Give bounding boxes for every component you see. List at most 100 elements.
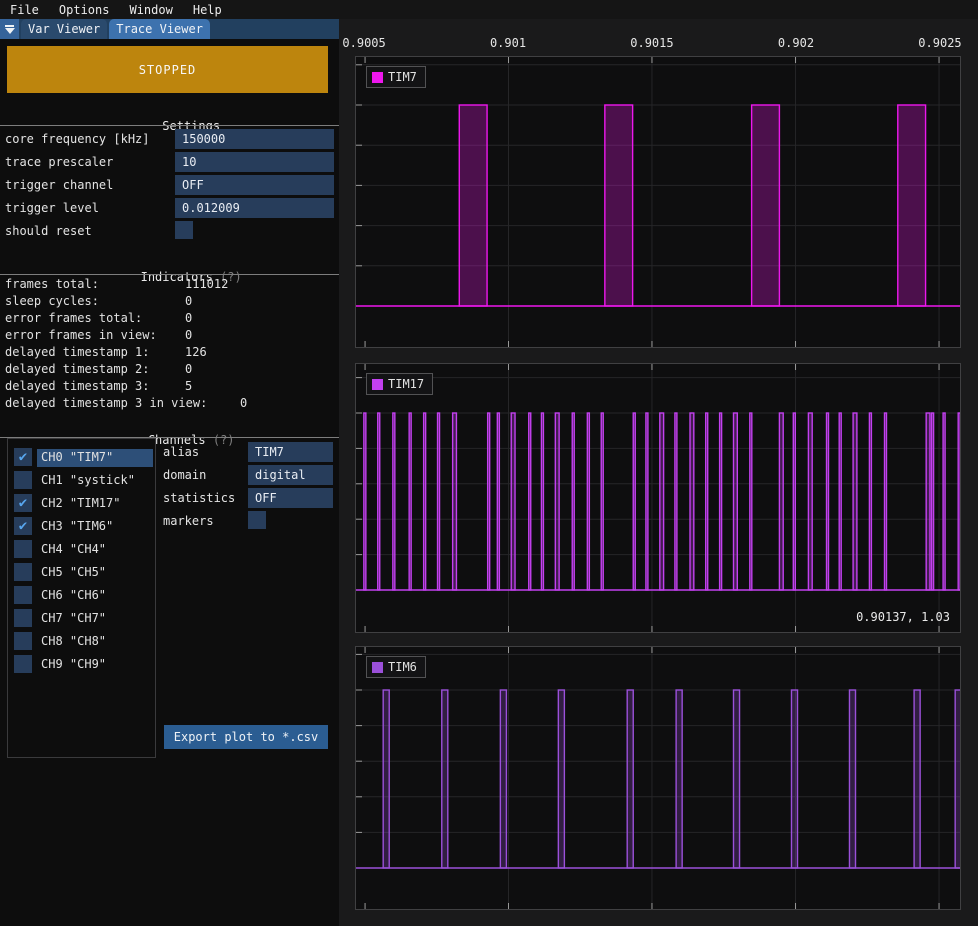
settings-label-trigger-channel: trigger channel (5, 178, 113, 192)
select-domain[interactable]: digital (248, 465, 333, 485)
menu-window[interactable]: Window (119, 1, 182, 19)
trace-viewer-window: FileOptionsWindowHelp Var ViewerTrace Vi… (0, 0, 978, 926)
channel-row-ch3[interactable]: ✔CH3 "TIM6" (8, 517, 155, 539)
chevron-down-icon (5, 28, 15, 34)
select-statistics[interactable]: OFF (248, 488, 333, 508)
indicator-row: delayed timestamp 2: 0 (0, 362, 339, 378)
prop-label-domain: domain (163, 468, 206, 482)
channel-label: CH2 "TIM17" (41, 496, 120, 510)
axis-tick-label: 0.9005 (342, 36, 385, 50)
tab-list-button[interactable] (0, 19, 19, 39)
channel-checkbox[interactable]: ✔ (14, 448, 32, 466)
channel-row-ch0[interactable]: ✔ CH0 "TIM7" (8, 448, 155, 470)
prop-label-markers: markers (163, 514, 214, 528)
channel-label: CH7 "CH7" (41, 611, 106, 625)
menu-file[interactable]: File (0, 1, 49, 19)
indicator-label: sleep cycles: (5, 294, 99, 308)
channel-checkbox[interactable]: ✔ (14, 494, 32, 512)
channel-row-ch8[interactable]: CH8 "CH8" (8, 632, 155, 654)
axis-tick-label: 0.902 (778, 36, 814, 50)
checkbox-should-reset[interactable] (175, 221, 193, 239)
menu-bar: FileOptionsWindowHelp (0, 0, 978, 19)
indicator-value: 111012 (185, 277, 228, 291)
indicator-value: 0 (240, 396, 247, 410)
input-trace-prescaler[interactable]: 10 (175, 152, 334, 172)
channel-checkbox[interactable] (14, 563, 32, 581)
settings-label-trigger-level: trigger level (5, 201, 99, 215)
indicator-value: 0 (185, 362, 192, 376)
indicator-label: delayed timestamp 2: (5, 362, 150, 376)
indicator-label: error frames in view: (5, 328, 157, 342)
channel-checkbox[interactable] (14, 586, 32, 604)
channel-label: CH8 "CH8" (41, 634, 106, 648)
settings-label-core-frequency-khz: core frequency [kHz] (5, 132, 150, 146)
indicator-row: delayed timestamp 3: 5 (0, 379, 339, 395)
legend-label: TIM17 (388, 377, 424, 391)
separator (0, 274, 339, 275)
help-icon[interactable]: (?) (213, 433, 235, 447)
plot-tim17[interactable]: TIM17 0.90137, 1.03 (355, 363, 961, 633)
menu-options[interactable]: Options (49, 1, 120, 19)
channel-row-ch1[interactable]: CH1 "systick" (8, 471, 155, 493)
axis-tick-label: 0.901 (490, 36, 526, 50)
channel-label: CH9 "CH9" (41, 657, 106, 671)
indicator-value: 0 (185, 311, 192, 325)
plot-tim7[interactable]: TIM7 (355, 56, 961, 348)
legend-swatch (372, 379, 383, 390)
legend-tim7[interactable]: TIM7 (366, 66, 426, 88)
tab-var-viewer[interactable]: Var Viewer (21, 19, 107, 39)
plot-tim6[interactable]: TIM6 (355, 646, 961, 910)
indicator-row: error frames total:0 (0, 311, 339, 327)
indicator-label: delayed timestamp 1: (5, 345, 150, 359)
channel-row-ch7[interactable]: CH7 "CH7" (8, 609, 155, 631)
channel-label: CH1 "systick" (41, 473, 135, 487)
indicator-value: 126 (185, 345, 207, 359)
indicator-row: delayed timestamp 1: 126 (0, 345, 339, 361)
prop-label-statistics: statistics (163, 491, 235, 505)
axis-tick-label: 0.9025 (918, 36, 961, 50)
tab-bar: Var ViewerTrace Viewer (0, 19, 340, 39)
channel-row-ch9[interactable]: CH9 "CH9" (8, 655, 155, 677)
control-panel: STOPPED Settings core frequency [kHz]150… (0, 39, 339, 926)
plot-panel: 0.90050.9010.90150.9020.9025 TIM7TIM170.… (339, 19, 978, 926)
channel-checkbox[interactable] (14, 655, 32, 673)
indicator-value: 5 (185, 379, 192, 393)
channel-checkbox[interactable] (14, 632, 32, 650)
indicator-label: delayed timestamp 3 in view: (5, 396, 207, 410)
channel-checkbox[interactable] (14, 609, 32, 627)
input-alias[interactable]: TIM7 (248, 442, 333, 462)
settings-label-trace-prescaler: trace prescaler (5, 155, 113, 169)
channel-row-ch4[interactable]: CH4 "CH4" (8, 540, 155, 562)
indicator-value: 0 (185, 294, 192, 308)
channel-row-ch6[interactable]: CH6 "CH6" (8, 586, 155, 608)
legend-label: TIM6 (388, 660, 417, 674)
checkbox-markers[interactable] (248, 511, 266, 529)
checkmark-icon: ✔ (19, 496, 27, 510)
tab-list-icon (5, 25, 14, 27)
input-core-frequency-khz[interactable]: 150000 (175, 129, 334, 149)
channel-label: CH0 "TIM7" (41, 450, 113, 464)
checkmark-icon: ✔ (19, 519, 27, 533)
channel-row-ch2[interactable]: ✔ CH2 "TIM17" (8, 494, 155, 516)
input-trigger-level[interactable]: 0.012009 (175, 198, 334, 218)
channel-checkbox[interactable]: ✔ (14, 517, 32, 535)
channel-checkbox[interactable] (14, 540, 32, 558)
channel-label: CH5 "CH5" (41, 565, 106, 579)
legend-tim6[interactable]: TIM6 (366, 656, 426, 678)
channel-row-ch5[interactable]: CH5 "CH5" (8, 563, 155, 585)
indicator-row: error frames in view:0 (0, 328, 339, 344)
prop-label-alias: alias (163, 445, 199, 459)
tab-trace-viewer[interactable]: Trace Viewer (109, 19, 210, 39)
menu-help[interactable]: Help (183, 1, 232, 19)
indicator-row: frames total:111012 (0, 277, 339, 293)
acquisition-state-button[interactable]: STOPPED (7, 46, 328, 93)
legend-tim17[interactable]: TIM17 (366, 373, 433, 395)
indicator-row: delayed timestamp 3 in view: 0 (0, 396, 339, 412)
channel-label: CH4 "CH4" (41, 542, 106, 556)
channel-checkbox[interactable] (14, 471, 32, 489)
export-csv-button[interactable]: Export plot to *.csv (164, 725, 328, 749)
indicator-label: delayed timestamp 3: (5, 379, 150, 393)
select-trigger-channel[interactable]: OFF (175, 175, 334, 195)
cursor-readout: 0.90137, 1.03 (856, 610, 950, 624)
separator (0, 125, 339, 126)
